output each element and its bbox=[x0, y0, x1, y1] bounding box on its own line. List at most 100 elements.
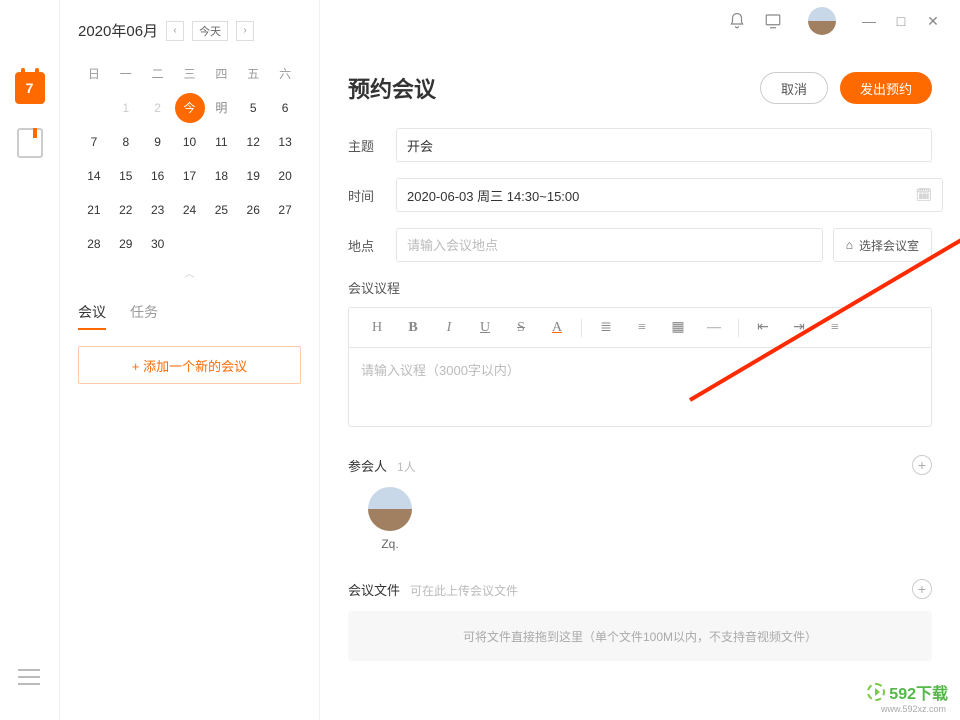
ul-button[interactable]: ≡ bbox=[624, 320, 660, 336]
calendar-day[interactable]: 23 bbox=[142, 193, 174, 227]
page-title: 预约会议 bbox=[348, 72, 436, 104]
calendar-day[interactable]: 14 bbox=[78, 159, 110, 193]
sidebar: 2020年06月 ‹ 今天 › 日一二三四五六 12今明567891011121… bbox=[60, 0, 320, 720]
close-icon[interactable]: ✕ bbox=[926, 13, 940, 30]
weekday-label: 二 bbox=[142, 57, 174, 91]
calendar-icon[interactable]: 7 bbox=[15, 72, 45, 104]
prev-month-button[interactable]: ‹ bbox=[166, 21, 184, 41]
calendar-day[interactable]: 24 bbox=[174, 193, 206, 227]
menu-icon[interactable] bbox=[18, 669, 40, 690]
subject-input[interactable] bbox=[396, 128, 932, 162]
weekday-label: 日 bbox=[78, 57, 110, 91]
screen-icon[interactable] bbox=[764, 12, 782, 30]
attendees-count: 1人 bbox=[397, 458, 416, 475]
calendar-day[interactable]: 25 bbox=[205, 193, 237, 227]
calendar-day[interactable]: 5 bbox=[237, 91, 269, 125]
minimize-icon[interactable]: — bbox=[862, 13, 876, 29]
notebook-icon[interactable] bbox=[17, 128, 43, 158]
attendee-avatar bbox=[368, 487, 412, 531]
file-dropzone[interactable]: 可将文件直接拖到这里（单个文件100M以内，不支持音视频文件） bbox=[348, 611, 932, 661]
ol-button[interactable]: ≣ bbox=[588, 319, 624, 336]
bold-button[interactable]: B bbox=[395, 320, 431, 336]
calendar-day[interactable]: 6 bbox=[269, 91, 301, 125]
calendar-day[interactable]: 15 bbox=[110, 159, 142, 193]
add-attendee-button[interactable]: + bbox=[912, 455, 932, 475]
calendar-day[interactable]: 27 bbox=[269, 193, 301, 227]
home-icon: ⌂ bbox=[846, 238, 853, 252]
subject-label: 主题 bbox=[348, 136, 396, 155]
calendar-day bbox=[78, 91, 110, 125]
calendar-day[interactable]: 21 bbox=[78, 193, 110, 227]
bell-icon[interactable] bbox=[728, 12, 746, 30]
tab-meetings[interactable]: 会议 bbox=[78, 302, 106, 330]
choose-room-button[interactable]: ⌂ 选择会议室 bbox=[833, 228, 932, 262]
files-label: 会议文件 bbox=[348, 580, 400, 599]
calendar-day[interactable]: 28 bbox=[78, 227, 110, 261]
files-hint: 可在此上传会议文件 bbox=[410, 582, 518, 599]
location-input[interactable] bbox=[396, 228, 823, 262]
calendar-day[interactable]: 12 bbox=[237, 125, 269, 159]
weekday-label: 三 bbox=[174, 57, 206, 91]
calendar-day[interactable]: 16 bbox=[142, 159, 174, 193]
calendar-day bbox=[205, 227, 237, 261]
color-button[interactable]: A bbox=[539, 320, 575, 336]
strike-button[interactable]: S bbox=[503, 320, 539, 336]
main-panel: — □ ✕ 预约会议 取消 发出预约 主题 时间 🗓 地点 bbox=[320, 0, 960, 720]
indent-button[interactable]: ⇥ bbox=[781, 319, 817, 336]
calendar-day bbox=[237, 227, 269, 261]
watermark-icon bbox=[867, 683, 885, 701]
agenda-label: 会议议程 bbox=[348, 278, 932, 297]
calendar-day[interactable]: 18 bbox=[205, 159, 237, 193]
tab-tasks[interactable]: 任务 bbox=[130, 302, 158, 330]
hr-button[interactable]: — bbox=[696, 320, 732, 336]
outdent-button[interactable]: ⇤ bbox=[745, 319, 781, 336]
collapse-calendar-icon[interactable]: ︿ bbox=[78, 261, 301, 284]
calendar-day[interactable]: 11 bbox=[205, 125, 237, 159]
calendar-day[interactable]: 10 bbox=[174, 125, 206, 159]
table-button[interactable]: ▦ bbox=[660, 319, 696, 336]
month-label: 2020年06月 bbox=[78, 20, 158, 41]
add-meeting-button[interactable]: + 添加一个新的会议 bbox=[78, 346, 301, 384]
italic-button[interactable]: I bbox=[431, 320, 467, 336]
calendar-day[interactable]: 今 bbox=[174, 91, 206, 125]
heading-button[interactable]: H bbox=[359, 320, 395, 336]
time-label: 时间 bbox=[348, 186, 396, 205]
calendar-day[interactable]: 19 bbox=[237, 159, 269, 193]
calendar-day[interactable]: 7 bbox=[78, 125, 110, 159]
window-titlebar: — □ ✕ bbox=[728, 0, 960, 42]
weekday-label: 五 bbox=[237, 57, 269, 91]
attendee-item[interactable]: Zq. bbox=[368, 487, 412, 551]
calendar-day[interactable]: 明 bbox=[205, 91, 237, 125]
avatar[interactable] bbox=[808, 7, 836, 35]
calendar-day[interactable]: 30 bbox=[142, 227, 174, 261]
calendar-day[interactable]: 17 bbox=[174, 159, 206, 193]
calendar-day[interactable]: 26 bbox=[237, 193, 269, 227]
location-label: 地点 bbox=[348, 236, 396, 255]
align-button[interactable]: ≡ bbox=[817, 320, 853, 336]
calendar-day[interactable]: 2 bbox=[142, 91, 174, 125]
time-input[interactable] bbox=[396, 178, 943, 212]
calendar-day[interactable]: 9 bbox=[142, 125, 174, 159]
submit-button[interactable]: 发出预约 bbox=[840, 72, 932, 104]
calendar-day[interactable]: 29 bbox=[110, 227, 142, 261]
app-leftbar: 7 bbox=[0, 0, 60, 720]
maximize-icon[interactable]: □ bbox=[894, 13, 908, 29]
weekday-label: 六 bbox=[269, 57, 301, 91]
cancel-button[interactable]: 取消 bbox=[760, 72, 828, 104]
calendar-day[interactable]: 8 bbox=[110, 125, 142, 159]
calendar-day[interactable]: 22 bbox=[110, 193, 142, 227]
next-month-button[interactable]: › bbox=[236, 21, 254, 41]
calendar-day[interactable]: 1 bbox=[110, 91, 142, 125]
agenda-editor[interactable]: 请输入议程（3000字以内） bbox=[348, 347, 932, 427]
attendee-name: Zq. bbox=[381, 537, 398, 551]
editor-toolbar: H B I U S A ≣ ≡ ▦ — ⇤ ⇥ ≡ bbox=[348, 307, 932, 347]
calendar-day bbox=[269, 227, 301, 261]
calendar-day bbox=[174, 227, 206, 261]
underline-button[interactable]: U bbox=[467, 320, 503, 336]
add-file-button[interactable]: + bbox=[912, 579, 932, 599]
calendar-day[interactable]: 20 bbox=[269, 159, 301, 193]
calendar-day[interactable]: 13 bbox=[269, 125, 301, 159]
today-button[interactable]: 今天 bbox=[192, 21, 228, 41]
weekday-label: 四 bbox=[205, 57, 237, 91]
attendees-label: 参会人 bbox=[348, 456, 387, 475]
